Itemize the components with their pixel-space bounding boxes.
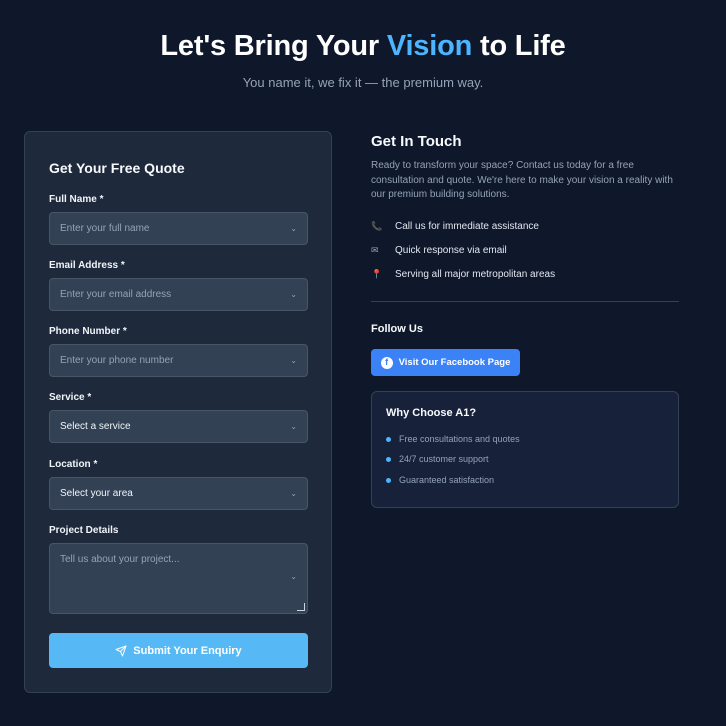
full-name-input[interactable]: Enter your full name ⌄ <box>49 212 308 245</box>
page-subtitle: You name it, we fix it — the premium way… <box>242 75 484 90</box>
contact-item-text: Quick response via email <box>395 245 507 256</box>
resize-handle-icon[interactable] <box>297 603 305 611</box>
title-prefix: Let's Bring Your <box>160 30 387 62</box>
chevron-down-icon: ⌄ <box>290 356 297 365</box>
section-divider <box>371 301 679 302</box>
why-item-text: Guaranteed satisfaction <box>399 475 495 485</box>
why-item-text: 24/7 customer support <box>399 454 489 464</box>
why-item-text: Free consultations and quotes <box>399 434 520 444</box>
bullet-dot-icon <box>386 436 391 442</box>
contact-item-phone: 📞 Call us for immediate assistance <box>371 221 539 232</box>
email-input[interactable]: Enter your email address ⌄ <box>49 278 308 311</box>
bullet-dot-icon <box>386 477 391 483</box>
get-in-touch-title: Get In Touch <box>371 133 462 150</box>
chevron-down-icon: ⌄ <box>290 572 297 581</box>
quote-form-card: Get Your Free Quote Full Name * Enter yo… <box>24 131 332 693</box>
full-name-placeholder: Enter your full name <box>60 223 150 234</box>
bullet-dot-icon <box>386 456 391 462</box>
page-title: Let's Bring Your Vision to Life <box>0 30 726 63</box>
title-suffix: to Life <box>472 30 566 62</box>
location-select[interactable]: Select your area ⌄ <box>49 477 308 510</box>
follow-us-title: Follow Us <box>371 323 423 335</box>
project-details-textarea[interactable]: Tell us about your project... ⌄ <box>49 543 308 614</box>
submit-label: Submit Your Enquiry <box>133 644 242 657</box>
contact-item-text: Call us for immediate assistance <box>395 221 539 232</box>
why-choose-title: Why Choose A1? <box>386 407 477 419</box>
contact-item-text: Serving all major metropolitan areas <box>395 269 556 280</box>
project-details-label: Project Details <box>49 525 119 536</box>
facebook-button-label: Visit Our Facebook Page <box>398 357 511 368</box>
location-selected-value: Select your area <box>60 488 133 499</box>
why-item: 24/7 customer support <box>386 454 489 464</box>
location-icon: 📍 <box>371 269 383 279</box>
service-selected-value: Select a service <box>60 421 131 432</box>
get-in-touch-description: Ready to transform your space? Contact u… <box>371 160 673 200</box>
why-item: Free consultations and quotes <box>386 434 520 444</box>
phone-input[interactable]: Enter your phone number ⌄ <box>49 344 308 377</box>
location-label: Location * <box>49 459 98 470</box>
form-title: Get Your Free Quote <box>49 160 185 176</box>
full-name-label: Full Name * <box>49 194 104 205</box>
why-item: Guaranteed satisfaction <box>386 475 494 485</box>
email-icon: ✉ <box>371 245 379 255</box>
contact-item-location: 📍 Serving all major metropolitan areas <box>371 269 555 280</box>
chevron-down-icon: ⌄ <box>290 422 297 431</box>
chevron-down-icon: ⌄ <box>290 224 297 233</box>
service-label: Service * <box>49 392 92 403</box>
phone-label: Phone Number * <box>49 326 127 337</box>
phone-placeholder: Enter your phone number <box>60 355 174 366</box>
contact-item-email: ✉ Quick response via email <box>371 245 507 256</box>
email-label: Email Address * <box>49 260 125 271</box>
facebook-button[interactable]: f Visit Our Facebook Page <box>371 349 520 376</box>
project-details-placeholder: Tell us about your project... <box>60 554 180 565</box>
phone-icon: 📞 <box>371 221 383 231</box>
chevron-down-icon: ⌄ <box>290 290 297 299</box>
submit-enquiry-button[interactable]: Submit Your Enquiry <box>49 633 308 668</box>
facebook-icon: f <box>380 356 393 369</box>
service-select[interactable]: Select a service ⌄ <box>49 410 308 443</box>
chevron-down-icon: ⌄ <box>290 489 297 498</box>
send-icon <box>115 645 127 656</box>
email-placeholder: Enter your email address <box>60 289 172 300</box>
title-accent: Vision <box>386 30 473 62</box>
why-choose-card: Why Choose A1? Free consultations and qu… <box>371 391 679 508</box>
